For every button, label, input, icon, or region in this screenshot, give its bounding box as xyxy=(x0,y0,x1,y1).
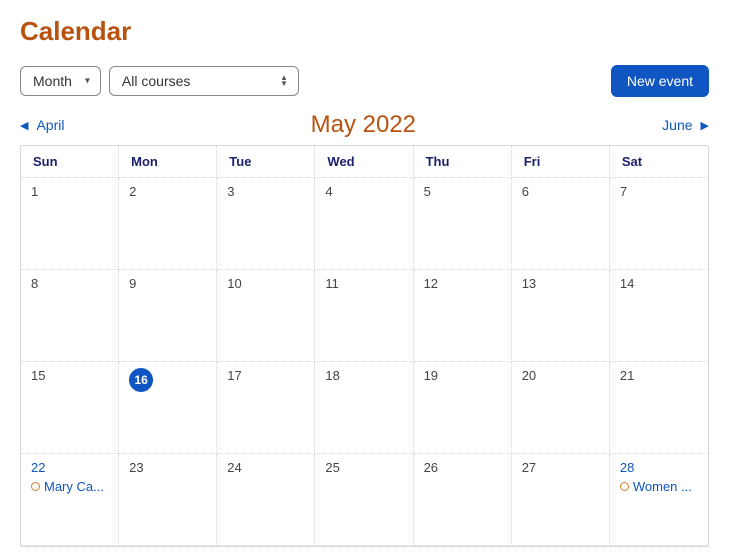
week-row: 15 16 17 18 19 20 21 xyxy=(21,362,708,454)
day-number: 25 xyxy=(325,460,339,475)
course-select-value: All courses xyxy=(122,73,190,89)
day-cell[interactable]: 16 xyxy=(119,362,217,454)
next-month-link[interactable]: June ▶ xyxy=(662,117,709,133)
day-cell[interactable]: 7 xyxy=(610,178,708,270)
day-number: 23 xyxy=(129,460,143,475)
day-number: 10 xyxy=(227,276,241,291)
dow-cell: Sat xyxy=(610,146,708,178)
weeks-container: 12345678910111213141516171819202122Mary … xyxy=(21,178,708,546)
day-cell[interactable]: 13 xyxy=(512,270,610,362)
new-event-button[interactable]: New event xyxy=(611,65,709,97)
day-cell[interactable]: 22 Mary Ca... xyxy=(21,454,119,546)
day-cell[interactable]: 12 xyxy=(414,270,512,362)
day-number: 5 xyxy=(424,184,431,199)
day-cell[interactable]: 9 xyxy=(119,270,217,362)
day-cell[interactable]: 24 xyxy=(217,454,315,546)
day-number: 18 xyxy=(325,368,339,383)
day-cell[interactable]: 11 xyxy=(315,270,413,362)
event-label: Mary Ca... xyxy=(44,479,104,494)
day-number: 14 xyxy=(620,276,634,291)
prev-month-label: April xyxy=(36,117,64,133)
day-cell[interactable]: 3 xyxy=(217,178,315,270)
week-row: 1 2 3 4 5 6 7 xyxy=(21,178,708,270)
day-number: 19 xyxy=(424,368,438,383)
day-cell[interactable]: 14 xyxy=(610,270,708,362)
calendar-event[interactable]: Women ... xyxy=(620,479,698,494)
triangle-right-icon: ▶ xyxy=(701,119,709,132)
week-row: 8 9 10 11 12 13 14 xyxy=(21,270,708,362)
day-number: 8 xyxy=(31,276,38,291)
dow-cell: Thu xyxy=(414,146,512,178)
day-number: 26 xyxy=(424,460,438,475)
day-number: 21 xyxy=(620,368,634,383)
day-number: 17 xyxy=(227,368,241,383)
day-cell[interactable]: 10 xyxy=(217,270,315,362)
event-dot-icon xyxy=(31,482,40,491)
day-number: 15 xyxy=(31,368,45,383)
day-number: 12 xyxy=(424,276,438,291)
day-number[interactable]: 22 xyxy=(31,460,45,475)
day-cell[interactable]: 25 xyxy=(315,454,413,546)
event-dot-icon xyxy=(620,482,629,491)
current-month-title: May 2022 xyxy=(311,111,416,139)
page-title: Calendar xyxy=(20,16,709,47)
day-number: 2 xyxy=(129,184,136,199)
day-cell[interactable]: 15 xyxy=(21,362,119,454)
day-number: 3 xyxy=(227,184,234,199)
next-month-label: June xyxy=(662,117,692,133)
day-cell[interactable]: 6 xyxy=(512,178,610,270)
course-select[interactable]: All courses ▲▼ xyxy=(109,66,299,96)
triangle-left-icon: ◀ xyxy=(20,119,28,132)
day-cell[interactable]: 2 xyxy=(119,178,217,270)
day-cell[interactable]: 19 xyxy=(414,362,512,454)
day-number: 11 xyxy=(325,276,339,291)
day-number: 20 xyxy=(522,368,536,383)
day-number[interactable]: 28 xyxy=(620,460,634,475)
day-number: 24 xyxy=(227,460,241,475)
dow-cell: Fri xyxy=(512,146,610,178)
calendar-event[interactable]: Mary Ca... xyxy=(31,479,108,494)
day-number: 27 xyxy=(522,460,536,475)
day-cell[interactable]: 4 xyxy=(315,178,413,270)
day-number: 13 xyxy=(522,276,536,291)
week-row: 22 Mary Ca... 23 24 25 26 27 28 Women ... xyxy=(21,454,708,546)
day-number: 9 xyxy=(129,276,136,291)
day-cell[interactable]: 20 xyxy=(512,362,610,454)
dow-cell: Tue xyxy=(217,146,315,178)
month-nav: ◀ April May 2022 June ▶ xyxy=(20,111,709,139)
day-cell[interactable]: 18 xyxy=(315,362,413,454)
calendar-grid: SunMonTueWedThuFriSat 123456789101112131… xyxy=(20,145,709,547)
view-select-value: Month xyxy=(33,73,72,89)
day-cell[interactable]: 26 xyxy=(414,454,512,546)
day-cell[interactable]: 27 xyxy=(512,454,610,546)
view-select[interactable]: Month ▾ xyxy=(20,66,101,96)
day-cell[interactable]: 1 xyxy=(21,178,119,270)
dow-cell: Sun xyxy=(21,146,119,178)
day-number: 4 xyxy=(325,184,332,199)
day-cell[interactable]: 17 xyxy=(217,362,315,454)
chevron-down-icon: ▾ xyxy=(85,76,90,87)
event-label: Women ... xyxy=(633,479,692,494)
day-number: 1 xyxy=(31,184,38,199)
dow-row: SunMonTueWedThuFriSat xyxy=(21,146,708,178)
day-cell[interactable]: 28 Women ... xyxy=(610,454,708,546)
day-number: 6 xyxy=(522,184,529,199)
toolbar: Month ▾ All courses ▲▼ New event xyxy=(20,65,709,97)
prev-month-link[interactable]: ◀ April xyxy=(20,117,64,133)
day-number: 7 xyxy=(620,184,627,199)
updown-icon: ▲▼ xyxy=(280,75,288,87)
day-cell[interactable]: 8 xyxy=(21,270,119,362)
day-cell[interactable]: 21 xyxy=(610,362,708,454)
day-cell[interactable]: 5 xyxy=(414,178,512,270)
dow-cell: Mon xyxy=(119,146,217,178)
day-cell[interactable]: 23 xyxy=(119,454,217,546)
dow-cell: Wed xyxy=(315,146,413,178)
day-number[interactable]: 16 xyxy=(129,368,153,392)
